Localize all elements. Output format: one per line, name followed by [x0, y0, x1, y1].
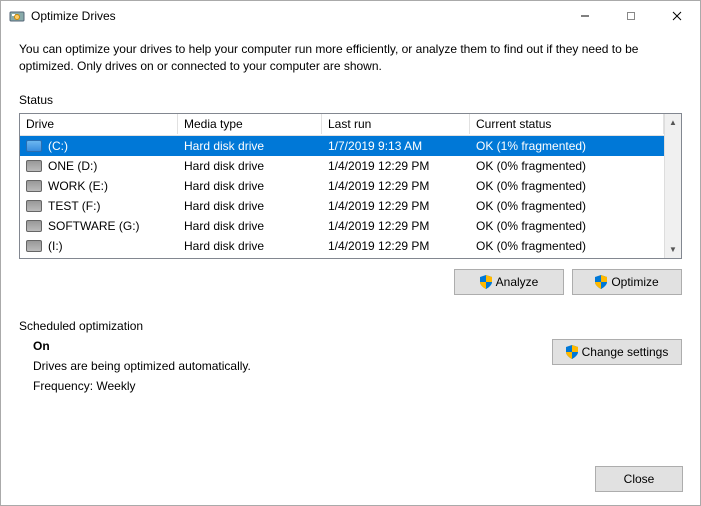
status-label: Status: [19, 93, 682, 107]
drive-name: (I:): [48, 239, 63, 253]
close-dialog-button[interactable]: Close: [595, 466, 683, 492]
drive-icon: [26, 240, 42, 252]
drive-name: (C:): [48, 139, 68, 153]
drive-lastrun: 1/7/2019 9:13 AM: [322, 137, 470, 155]
scroll-up-button[interactable]: ▲: [665, 114, 681, 131]
shield-icon: [595, 275, 607, 289]
drive-media: Hard disk drive: [178, 137, 322, 155]
table-row[interactable]: (J:)Hard disk drive1/4/2019 12:38 PMOK (…: [20, 256, 664, 258]
table-row[interactable]: ONE (D:) Hard disk drive1/4/2019 12:29 PM…: [20, 156, 664, 176]
drive-media: Hard disk drive: [178, 177, 322, 195]
footer: Close: [595, 466, 683, 492]
drive-media: Hard disk drive: [178, 197, 322, 215]
shield-icon: [480, 275, 492, 289]
drive-icon: [26, 160, 42, 172]
description-text: You can optimize your drives to help you…: [19, 41, 682, 75]
table-row[interactable]: SOFTWARE (G:) Hard disk drive1/4/2019 12:…: [20, 216, 664, 236]
optimize-label: Optimize: [611, 275, 658, 289]
col-header-drive[interactable]: Drive: [20, 114, 178, 134]
drive-name: WORK (E:): [48, 179, 108, 193]
table-row[interactable]: TEST (F:) Hard disk drive1/4/2019 12:29 P…: [20, 196, 664, 216]
action-button-row: Analyze Optimize: [19, 269, 682, 295]
close-button[interactable]: [654, 1, 700, 31]
drive-name: TEST (F:): [48, 199, 100, 213]
drive-lastrun: 1/4/2019 12:29 PM: [322, 197, 470, 215]
optimize-button[interactable]: Optimize: [572, 269, 682, 295]
table-row[interactable]: (C:) Hard disk drive1/7/2019 9:13 AMOK (1…: [20, 136, 664, 156]
drive-icon: [26, 140, 42, 152]
drive-lastrun: 1/4/2019 12:38 PM: [322, 257, 470, 258]
drive-lastrun: 1/4/2019 12:29 PM: [322, 177, 470, 195]
drive-media: Hard disk drive: [178, 237, 322, 255]
drive-name: ONE (D:): [48, 159, 97, 173]
close-label: Close: [624, 472, 655, 486]
scrollbar[interactable]: ▲ ▼: [664, 114, 681, 258]
analyze-label: Analyze: [496, 275, 539, 289]
window-title: Optimize Drives: [31, 9, 562, 23]
drive-table: Drive Media type Last run Current status…: [19, 113, 682, 259]
drive-status: OK (1% fragmented): [470, 137, 664, 155]
col-header-media[interactable]: Media type: [178, 114, 322, 134]
change-settings-button[interactable]: Change settings: [552, 339, 682, 365]
drive-lastrun: 1/4/2019 12:29 PM: [322, 217, 470, 235]
scroll-track[interactable]: [665, 131, 681, 241]
col-header-status[interactable]: Current status: [470, 114, 664, 134]
scheduled-detail: Drives are being optimized automatically…: [33, 359, 251, 373]
drive-status: OK (0% fragmented): [470, 237, 664, 255]
drive-media: Hard disk drive: [178, 257, 322, 258]
drive-name: SOFTWARE (G:): [48, 219, 140, 233]
drive-lastrun: 1/4/2019 12:29 PM: [322, 157, 470, 175]
scroll-down-button[interactable]: ▼: [665, 241, 681, 258]
drive-icon: [26, 200, 42, 212]
drive-lastrun: 1/4/2019 12:29 PM: [322, 237, 470, 255]
window-controls: [562, 1, 700, 31]
change-settings-label: Change settings: [582, 345, 669, 359]
content-area: You can optimize your drives to help you…: [1, 31, 700, 411]
drive-status: OK (0% fragmented): [470, 257, 664, 258]
minimize-button[interactable]: [562, 1, 608, 31]
scheduled-state: On: [33, 339, 251, 353]
drive-status: OK (0% fragmented): [470, 197, 664, 215]
maximize-button[interactable]: [608, 1, 654, 31]
drive-icon: [26, 220, 42, 232]
col-header-last[interactable]: Last run: [322, 114, 470, 134]
analyze-button[interactable]: Analyze: [454, 269, 564, 295]
scheduled-frequency: Frequency: Weekly: [33, 379, 251, 393]
table-row[interactable]: WORK (E:) Hard disk drive1/4/2019 12:29 P…: [20, 176, 664, 196]
drive-status: OK (0% fragmented): [470, 177, 664, 195]
drive-status: OK (0% fragmented): [470, 217, 664, 235]
scheduled-label: Scheduled optimization: [19, 319, 682, 333]
drive-media: Hard disk drive: [178, 157, 322, 175]
drive-status: OK (0% fragmented): [470, 157, 664, 175]
table-header[interactable]: Drive Media type Last run Current status: [20, 114, 664, 136]
app-icon: [9, 8, 25, 24]
table-row[interactable]: (I:) Hard disk drive 1/4/2019 12:29 PM OK (…: [20, 236, 664, 256]
titlebar[interactable]: Optimize Drives: [1, 1, 700, 31]
scheduled-section: On Drives are being optimized automatica…: [19, 339, 682, 399]
shield-icon: [566, 345, 578, 359]
drive-media: Hard disk drive: [178, 217, 322, 235]
drive-icon: [26, 180, 42, 192]
